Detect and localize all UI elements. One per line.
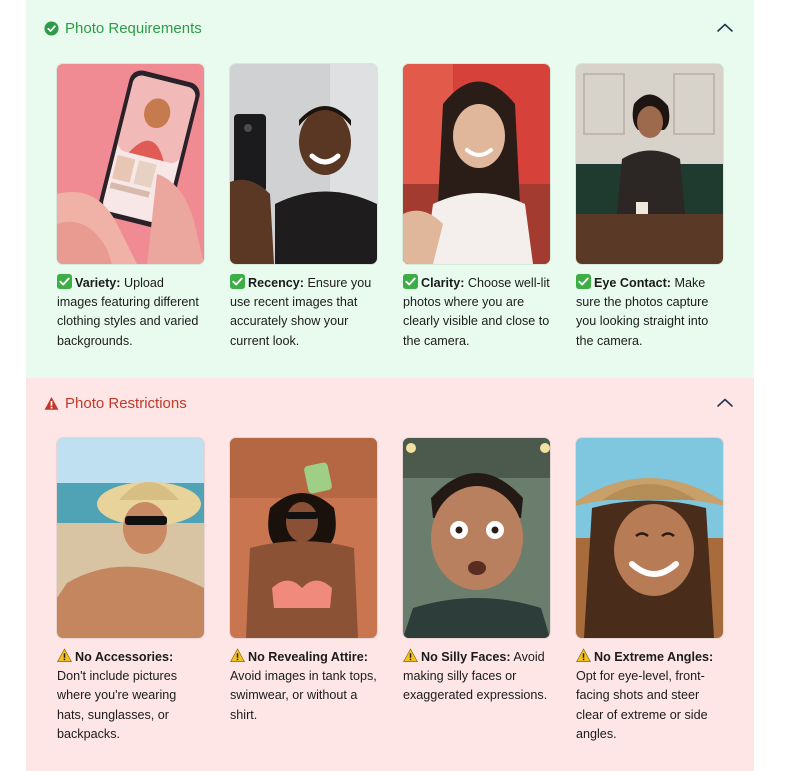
green-check-icon [230, 274, 245, 289]
warning-icon [57, 648, 72, 662]
surprised-man-photo [403, 438, 550, 638]
warning-icon [403, 648, 418, 662]
restrictions-title: Photo Restrictions [65, 394, 187, 412]
silly-faces-label: No Silly Faces: [421, 650, 511, 664]
requirements-panel: Photo Requirements Variety: Upload image… [26, 0, 754, 378]
restriction-card-silly-faces: No Silly Faces: Avoid making silly faces… [403, 438, 550, 744]
smiling-man-selfie-photo [230, 64, 377, 264]
photo-guidelines: Photo Requirements Variety: Upload image… [26, 0, 754, 771]
restrictions-cards: No Accessories: Don't include pictures w… [57, 438, 723, 744]
restrictions-panel: Photo Restrictions No Accessories: Don't… [26, 378, 754, 771]
check-circle-icon [44, 20, 59, 36]
smiling-woman-selfie-photo [403, 64, 550, 264]
requirement-card-recency: Recency: Ensure you use recent images th… [230, 64, 377, 351]
warning-icon [230, 648, 245, 662]
revealing-attire-label: No Revealing Attire: [248, 650, 368, 664]
requirements-cards: Variety: Upload images featuring differe… [57, 64, 723, 351]
woman-at-table-photo [576, 64, 723, 264]
extreme-angles-text: Opt for eye-level, front-facing shots an… [576, 669, 708, 741]
restriction-card-accessories: No Accessories: Don't include pictures w… [57, 438, 204, 744]
warning-icon [576, 648, 591, 662]
restriction-card-extreme-angles: No Extreme Angles: Opt for eye-level, fr… [576, 438, 723, 744]
recency-label: Recency: [248, 276, 305, 290]
man-hat-sunglasses-photo [57, 438, 204, 638]
requirement-card-eye-contact: Eye Contact: Make sure the photos captur… [576, 64, 723, 351]
requirements-header[interactable]: Photo Requirements [44, 17, 736, 39]
restrictions-header[interactable]: Photo Restrictions [44, 392, 736, 414]
green-check-icon [403, 274, 418, 289]
variety-label: Variety: [75, 276, 121, 290]
chevron-up-icon[interactable] [714, 17, 736, 39]
restriction-card-revealing-attire: No Revealing Attire: Avoid images in tan… [230, 438, 377, 744]
green-check-icon [57, 274, 72, 289]
warning-icon [44, 396, 59, 410]
chevron-up-icon[interactable] [714, 392, 736, 414]
extreme-angles-label: No Extreme Angles: [594, 650, 714, 664]
green-check-icon [576, 274, 591, 289]
accessories-text: Don't include pictures where you're wear… [57, 669, 178, 741]
accessories-label: No Accessories: [75, 650, 174, 664]
woman-swimwear-photo [230, 438, 377, 638]
requirements-title: Photo Requirements [65, 19, 202, 37]
phone-selfie-photo [57, 64, 204, 264]
clarity-label: Clarity: [421, 276, 465, 290]
low-angle-woman-photo [576, 438, 723, 638]
requirement-card-variety: Variety: Upload images featuring differe… [57, 64, 204, 351]
revealing-attire-text: Avoid images in tank tops, swimwear, or … [230, 669, 377, 722]
requirement-card-clarity: Clarity: Choose well-lit photos where yo… [403, 64, 550, 351]
eye-contact-label: Eye Contact: [594, 276, 671, 290]
